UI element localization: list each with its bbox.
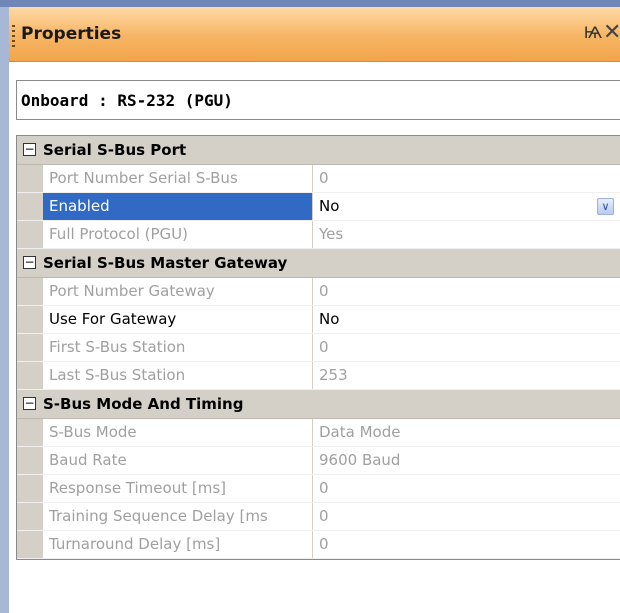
property-row[interactable]: Port Number Serial S-Bus 0 (17, 165, 620, 193)
dropdown-arrow-icon[interactable]: ∨ (597, 198, 614, 215)
property-value: 0 (313, 278, 620, 305)
collapse-icon[interactable]: − (23, 143, 36, 156)
collapse-icon[interactable]: − (23, 256, 36, 269)
property-value-text: 0 (319, 535, 329, 553)
property-name[interactable]: Use For Gateway (43, 306, 313, 333)
property-value: 0 (313, 475, 620, 502)
row-gutter (17, 165, 43, 192)
property-row[interactable]: Response Timeout [ms] 0 (17, 475, 620, 503)
category-header[interactable]: − Serial S-Bus Port (17, 136, 620, 165)
row-gutter (17, 419, 43, 446)
property-name[interactable]: Turnaround Delay [ms] (43, 531, 313, 558)
category-header[interactable]: − Serial S-Bus Master Gateway (17, 249, 620, 278)
row-gutter (17, 278, 43, 305)
property-name[interactable]: Full Protocol (PGU) (43, 221, 313, 248)
property-value[interactable]: No ∨ (313, 193, 620, 220)
property-value-text: 9600 Baud (319, 451, 401, 469)
property-value: 0 (313, 165, 620, 192)
window-top-strip (0, 0, 620, 7)
property-value-text: Yes (319, 225, 344, 243)
property-row[interactable]: Enabled No ∨ (17, 193, 620, 221)
row-gutter (17, 221, 43, 248)
property-name[interactable]: First S-Bus Station (43, 334, 313, 361)
property-value-text: 0 (319, 479, 329, 497)
property-name[interactable]: Baud Rate (43, 447, 313, 474)
property-row[interactable]: Training Sequence Delay [ms 0 (17, 503, 620, 531)
property-row[interactable]: First S-Bus Station 0 (17, 334, 620, 362)
drag-grip-icon[interactable] (12, 25, 15, 47)
panel-title: Properties (21, 24, 122, 44)
property-value[interactable]: No (313, 306, 620, 333)
property-value-text: No (319, 310, 340, 328)
row-gutter (17, 447, 43, 474)
property-value: 9600 Baud (313, 447, 620, 474)
properties-panel: Properties Ѩ ✕ Onboard : RS-232 (PGU) − S… (9, 7, 620, 613)
property-value: 253 (313, 362, 620, 389)
property-row[interactable]: Use For Gateway No (17, 306, 620, 334)
property-row[interactable]: Turnaround Delay [ms] 0 (17, 531, 620, 559)
property-value-text: 253 (319, 366, 348, 384)
property-value-text: 0 (319, 507, 329, 525)
category-label: Serial S-Bus Master Gateway (43, 254, 288, 272)
property-row[interactable]: Full Protocol (PGU) Yes (17, 221, 620, 249)
category-label: Serial S-Bus Port (43, 141, 187, 159)
property-name[interactable]: Training Sequence Delay [ms (43, 503, 313, 530)
property-value-text: 0 (319, 282, 329, 300)
category-header[interactable]: − S-Bus Mode And Timing (17, 390, 620, 419)
property-row[interactable]: Baud Rate 9600 Baud (17, 447, 620, 475)
property-value: 0 (313, 503, 620, 530)
property-value-text: 0 (319, 338, 329, 356)
property-name[interactable]: S-Bus Mode (43, 419, 313, 446)
property-value-text: Data Mode (319, 423, 401, 441)
property-value: Data Mode (313, 419, 620, 446)
window-left-border (0, 7, 9, 613)
row-gutter (17, 193, 43, 220)
property-value: 0 (313, 531, 620, 558)
pin-icon[interactable]: Ѩ (583, 23, 603, 45)
property-grid: − Serial S-Bus Port Port Number Serial S-B… (16, 135, 620, 560)
row-gutter (17, 306, 43, 333)
panel-titlebar[interactable]: Properties Ѩ ✕ (9, 7, 620, 62)
row-gutter (17, 334, 43, 361)
row-gutter (17, 503, 43, 530)
property-row[interactable]: Last S-Bus Station 253 (17, 362, 620, 390)
category-label: S-Bus Mode And Timing (43, 395, 244, 413)
property-name[interactable]: Enabled (43, 193, 313, 220)
row-gutter (17, 531, 43, 558)
property-row[interactable]: S-Bus Mode Data Mode (17, 419, 620, 447)
close-icon[interactable]: ✕ (603, 20, 620, 46)
collapse-icon[interactable]: − (23, 397, 36, 410)
row-gutter (17, 475, 43, 502)
property-value-text: 0 (319, 169, 329, 187)
property-name[interactable]: Last S-Bus Station (43, 362, 313, 389)
property-name[interactable]: Response Timeout [ms] (43, 475, 313, 502)
property-row[interactable]: Port Number Gateway 0 (17, 278, 620, 306)
object-selector[interactable]: Onboard : RS-232 (PGU) (16, 80, 620, 120)
property-value: 0 (313, 334, 620, 361)
property-value: Yes (313, 221, 620, 248)
row-gutter (17, 362, 43, 389)
property-name[interactable]: Port Number Serial S-Bus (43, 165, 313, 192)
property-name[interactable]: Port Number Gateway (43, 278, 313, 305)
property-value-text: No (319, 197, 340, 215)
